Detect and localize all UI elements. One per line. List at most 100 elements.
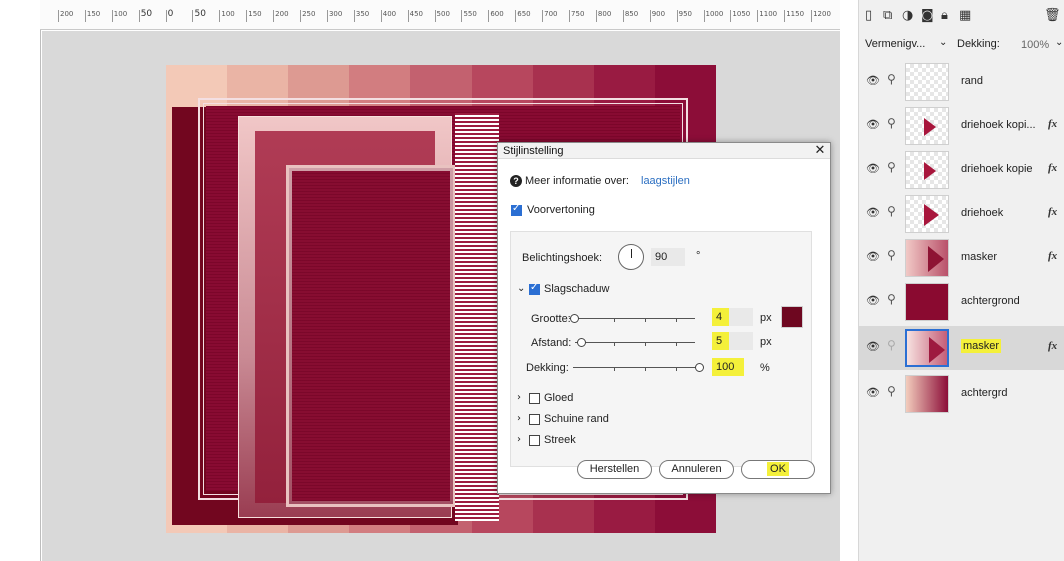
chevron-right-icon[interactable]: › bbox=[517, 413, 521, 424]
blend-options-row: Vermenigv... ⌄ Dekking: 100% ⌄ bbox=[859, 32, 1064, 56]
link-icon[interactable]: ⚲ bbox=[887, 384, 896, 398]
opacity-unit: % bbox=[760, 362, 770, 374]
lock-icon[interactable]: 🔒︎ bbox=[941, 8, 948, 23]
cancel-button[interactable]: Annuleren bbox=[659, 460, 734, 479]
layer-row[interactable]: 👁︎ ⚲ driehoek kopie fx bbox=[859, 148, 1064, 192]
distance-slider-track[interactable] bbox=[575, 342, 695, 343]
bevel-checkbox[interactable] bbox=[529, 414, 540, 425]
layer-row-selected[interactable]: 👁︎ ⚲ masker fx bbox=[859, 326, 1064, 370]
chevron-right-icon[interactable]: › bbox=[517, 434, 521, 445]
glow-label: Gloed bbox=[544, 392, 574, 404]
fx-icon[interactable]: fx bbox=[1048, 250, 1057, 262]
link-icon[interactable]: ⚲ bbox=[887, 292, 896, 306]
opacity-label: Dekking: bbox=[526, 362, 569, 374]
opacity-slider-track[interactable] bbox=[573, 367, 699, 368]
blend-mode-select[interactable]: Vermenigv... bbox=[865, 38, 925, 50]
ruler-tick-label: 100 bbox=[219, 10, 235, 22]
size-input-extent[interactable] bbox=[729, 308, 753, 326]
slider-tick bbox=[645, 342, 646, 346]
shadow-color-swatch[interactable] bbox=[781, 306, 803, 328]
panel-opacity-label: Dekking: bbox=[957, 38, 1000, 50]
eye-icon[interactable]: 👁︎ bbox=[866, 206, 880, 219]
stroke-label: Streek bbox=[544, 434, 576, 446]
chevron-down-icon[interactable]: ⌄ bbox=[939, 37, 947, 48]
eye-icon[interactable]: 👁︎ bbox=[866, 250, 880, 263]
angle-input[interactable]: 90 bbox=[651, 248, 685, 266]
distance-slider-thumb[interactable] bbox=[577, 338, 586, 347]
layer-style-dialog: Stijlinstelling ✕ ? Meer informatie over… bbox=[497, 142, 831, 494]
ok-button[interactable]: OK bbox=[741, 460, 815, 479]
lock-transparency-icon[interactable]: ▦ bbox=[959, 8, 971, 23]
layer-thumbnail bbox=[905, 107, 949, 145]
ruler-tick-label: 600 bbox=[488, 10, 504, 22]
angle-dial[interactable] bbox=[618, 244, 644, 270]
fx-icon[interactable]: fx bbox=[1048, 162, 1057, 174]
preview-checkbox[interactable] bbox=[511, 203, 522, 216]
ruler-tick-label: 750 bbox=[569, 10, 584, 22]
opacity-slider-thumb[interactable] bbox=[695, 363, 704, 372]
new-layer-icon[interactable]: ▯ bbox=[865, 8, 872, 23]
layer-row[interactable]: 👁︎ ⚲ masker fx bbox=[859, 236, 1064, 280]
triangle-thumb-icon bbox=[924, 204, 939, 226]
duplicate-layer-icon[interactable]: ⧉ bbox=[883, 8, 892, 23]
preview-label: Voorvertoning bbox=[527, 204, 595, 216]
layer-row[interactable]: 👁︎ ⚲ achtergrond bbox=[859, 280, 1064, 324]
ruler-tick-label: 900 bbox=[649, 10, 665, 22]
eye-icon[interactable]: 👁︎ bbox=[866, 118, 880, 131]
ruler-tick-label: 500 bbox=[434, 10, 450, 22]
horizontal-ruler: 200 150 100 50 0 50 100 150 200 250 300 350 400 450 50… bbox=[40, 0, 840, 30]
layer-row[interactable]: 👁︎ ⚲ driehoek kopi... fx bbox=[859, 104, 1064, 148]
link-icon[interactable]: ⚲ bbox=[887, 338, 896, 352]
layer-row[interactable]: 👁︎ ⚲ achtergrd bbox=[859, 372, 1064, 416]
glow-checkbox[interactable] bbox=[529, 393, 540, 404]
distance-input[interactable]: 5 bbox=[712, 332, 729, 350]
layer-row[interactable]: 👁︎ ⚲ rand bbox=[859, 60, 1064, 104]
ruler-tick-label: 1050 bbox=[730, 10, 750, 22]
layer-thumbnail bbox=[905, 63, 949, 101]
close-icon[interactable]: ✕ bbox=[813, 143, 827, 158]
adjustment-icon[interactable]: ◑ bbox=[902, 8, 913, 23]
eye-icon[interactable]: 👁︎ bbox=[866, 340, 880, 353]
distance-input-extent[interactable] bbox=[729, 332, 753, 350]
link-icon[interactable]: ⚲ bbox=[887, 248, 896, 262]
drop-shadow-checkbox[interactable] bbox=[529, 282, 540, 295]
trash-icon[interactable]: 🗑︎ bbox=[1044, 8, 1061, 23]
eye-icon[interactable]: 👁︎ bbox=[866, 74, 880, 87]
dialog-titlebar[interactable]: Stijlinstelling ✕ bbox=[498, 143, 830, 159]
ruler-tick-label: 650 bbox=[515, 10, 531, 22]
eye-icon[interactable]: 👁︎ bbox=[866, 386, 880, 399]
layer-row[interactable]: 👁︎ ⚲ driehoek fx bbox=[859, 192, 1064, 236]
chevron-down-icon[interactable]: ⌄ bbox=[517, 283, 525, 294]
opacity-input[interactable]: 100 bbox=[712, 358, 744, 376]
eye-icon[interactable]: 👁︎ bbox=[866, 294, 880, 307]
layer-name: masker bbox=[961, 339, 1002, 353]
inner-textured-rectangle bbox=[292, 171, 450, 501]
layer-name: driehoek kopie bbox=[961, 163, 1033, 175]
fx-icon[interactable]: fx bbox=[1048, 118, 1057, 130]
size-input[interactable]: 4 bbox=[712, 308, 729, 326]
eye-icon[interactable]: 👁︎ bbox=[866, 162, 880, 175]
chevron-down-icon[interactable]: ⌄ bbox=[1055, 37, 1063, 48]
fx-icon[interactable]: fx bbox=[1048, 340, 1057, 352]
mask-icon[interactable]: ◙ bbox=[921, 8, 934, 23]
link-icon[interactable]: ⚲ bbox=[887, 204, 896, 218]
chevron-right-icon[interactable]: › bbox=[517, 392, 521, 403]
layer-styles-link[interactable]: laagstijlen bbox=[641, 175, 690, 187]
size-label: Grootte: bbox=[531, 313, 571, 325]
layer-thumbnail bbox=[905, 195, 949, 233]
layer-thumbnail bbox=[905, 375, 949, 413]
stroke-checkbox[interactable] bbox=[529, 435, 540, 446]
panel-opacity-value[interactable]: 100% bbox=[1021, 39, 1049, 51]
dialog-title: Stijlinstelling bbox=[503, 145, 564, 157]
link-icon[interactable]: ⚲ bbox=[887, 72, 896, 86]
striped-triangle-block bbox=[455, 113, 499, 521]
ruler-tick-label: 250 bbox=[300, 10, 315, 22]
size-slider-thumb[interactable] bbox=[570, 314, 580, 323]
fx-icon[interactable]: fx bbox=[1048, 206, 1057, 218]
ruler-tick-label: 150 bbox=[84, 10, 100, 22]
reset-button[interactable]: Herstellen bbox=[577, 460, 652, 479]
photo-editor-window: 200 150 100 50 0 50 100 150 200 250 300 350 400 450 50… bbox=[0, 0, 1064, 561]
link-icon[interactable]: ⚲ bbox=[887, 160, 896, 174]
layer-name: achtergrd bbox=[961, 387, 1008, 399]
link-icon[interactable]: ⚲ bbox=[887, 116, 896, 130]
